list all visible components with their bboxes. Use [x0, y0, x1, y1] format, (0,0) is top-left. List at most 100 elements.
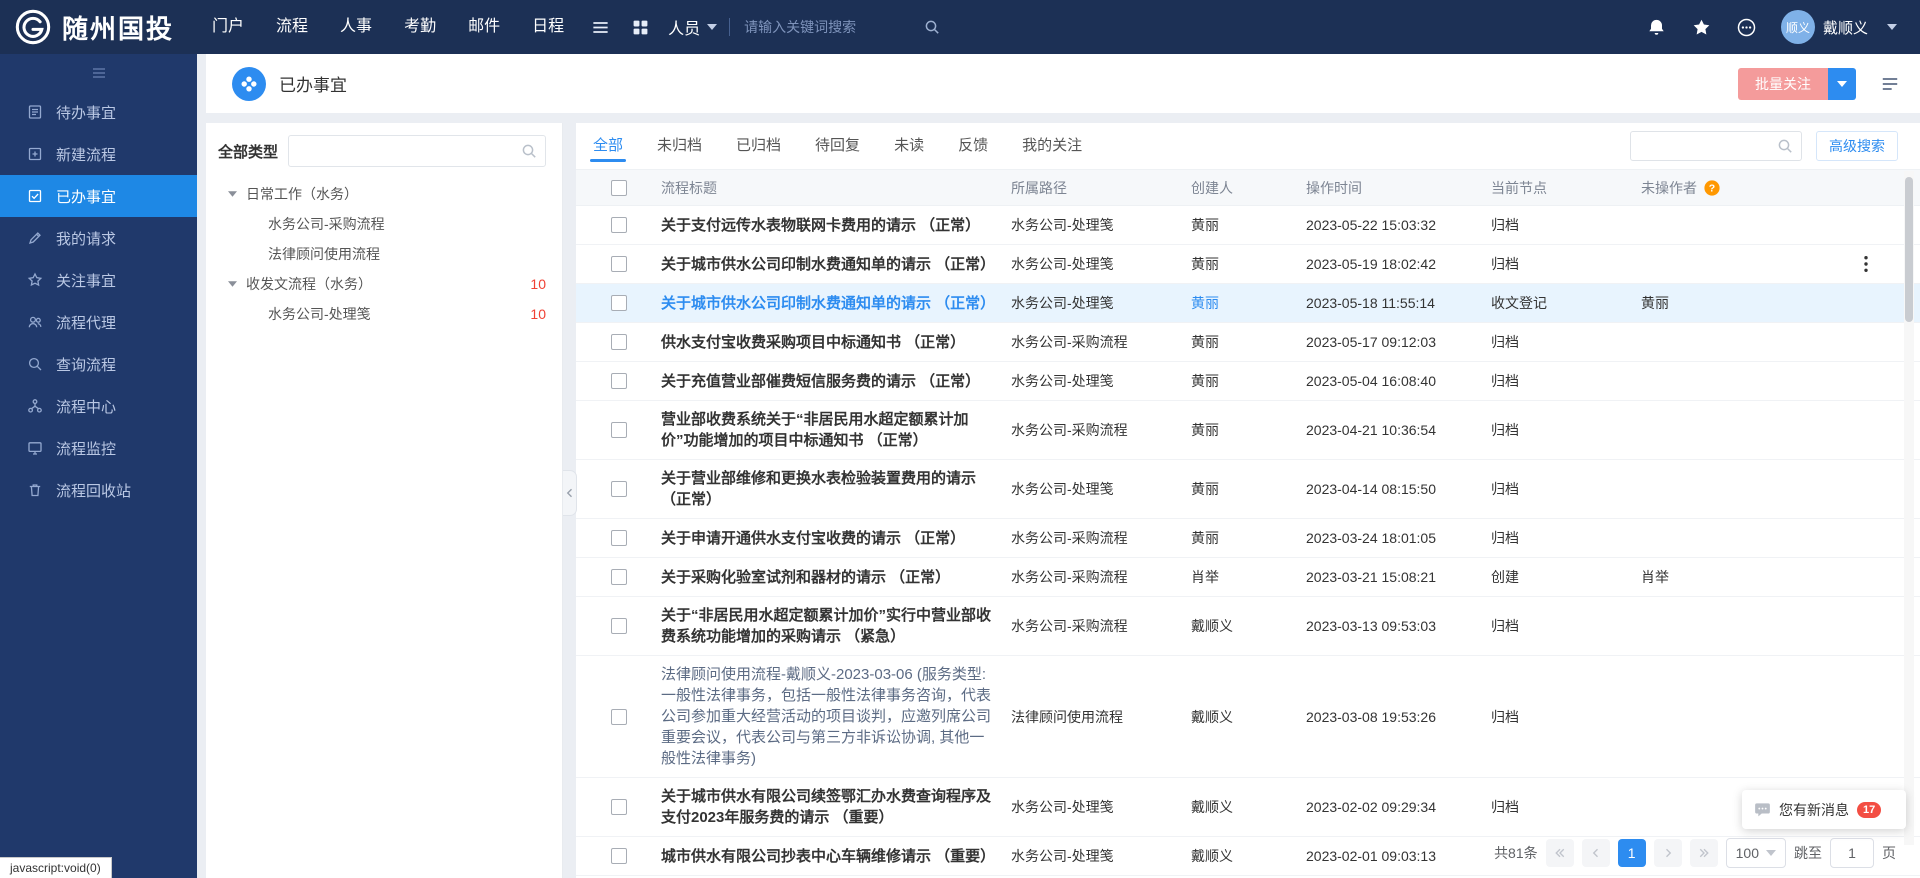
- row-checkbox[interactable]: [611, 334, 627, 350]
- tree-node[interactable]: 水务公司-采购流程: [206, 209, 562, 239]
- tree-node[interactable]: 水务公司-处理笺10: [206, 299, 562, 329]
- page-size-select[interactable]: 100: [1726, 838, 1786, 868]
- tab-0[interactable]: 全部: [593, 123, 623, 169]
- batch-follow-dropdown-button[interactable]: [1828, 68, 1856, 100]
- tab-3[interactable]: 待回复: [815, 123, 860, 169]
- row-checkbox[interactable]: [611, 256, 627, 272]
- tab-6[interactable]: 我的关注: [1022, 123, 1082, 169]
- table-row[interactable]: 关于城市供水公司印制水费通知单的请示 （正常）水务公司-处理笺黄丽2023-05…: [576, 284, 1920, 323]
- top-nav-item-5[interactable]: 日程: [516, 0, 580, 54]
- tree-search-input[interactable]: [297, 144, 521, 159]
- sidebar-item-0[interactable]: 待办事宜: [0, 91, 197, 133]
- row-checkbox[interactable]: [611, 848, 627, 864]
- table-row[interactable]: 关于“非居民用水超定额累计加价”实行中营业部收费系统功能增加的采购请示 （紧急）…: [576, 597, 1920, 656]
- search-icon[interactable]: [1777, 138, 1793, 154]
- sidebar-item-1[interactable]: 新建流程: [0, 133, 197, 175]
- top-nav-item-4[interactable]: 邮件: [452, 0, 516, 54]
- tab-5[interactable]: 反馈: [958, 123, 988, 169]
- prev-page-button[interactable]: [1582, 839, 1610, 867]
- workflow-title-link[interactable]: 关于支付远传水表物联网卡费用的请示 （正常）: [661, 217, 980, 234]
- apps-grid-icon[interactable]: [632, 19, 649, 36]
- table-row[interactable]: 法律顾问使用流程-戴顺义-2023-03-06 (服务类型:一般性法律事务，包括…: [576, 656, 1920, 778]
- search-icon[interactable]: [521, 143, 537, 159]
- top-nav-item-2[interactable]: 人事: [324, 0, 388, 54]
- tab-2[interactable]: 已归档: [736, 123, 781, 169]
- row-checkbox[interactable]: [611, 530, 627, 546]
- tree-expand-caret-icon[interactable]: [228, 281, 237, 287]
- table-row[interactable]: 关于城市供水有限公司续签鄂汇办水费查询程序及支付2023年服务费的请示 （重要）…: [576, 778, 1920, 837]
- workflow-title-link[interactable]: 法律顾问使用流程-戴顺义-2023-03-06 (服务类型:一般性法律事务，包括…: [661, 666, 991, 767]
- row-checkbox[interactable]: [611, 618, 627, 634]
- next-page-button[interactable]: [1654, 839, 1682, 867]
- jump-page-input[interactable]: [1830, 838, 1874, 868]
- workflow-title-link[interactable]: 关于充值营业部催费短信服务费的请示 （正常）: [661, 373, 980, 390]
- row-checkbox[interactable]: [611, 217, 627, 233]
- workflow-title-link[interactable]: 营业部收费系统关于“非居民用水超定额累计加价”功能增加的项目中标通知书 （正常）: [661, 411, 969, 449]
- global-search-input[interactable]: [744, 19, 924, 35]
- notifications-bell-icon[interactable]: [1647, 18, 1666, 37]
- message-toast[interactable]: 您有新消息 17: [1742, 790, 1906, 829]
- brand[interactable]: 随州国投: [0, 8, 196, 46]
- search-icon[interactable]: [924, 19, 940, 35]
- row-checkbox[interactable]: [611, 481, 627, 497]
- row-checkbox[interactable]: [611, 799, 627, 815]
- help-question-icon[interactable]: ?: [1704, 180, 1720, 196]
- tree-node[interactable]: 日常工作（水务）: [206, 179, 562, 209]
- table-row[interactable]: 关于申请开通供水支付宝收费的请示 （正常）水务公司-采购流程黄丽2023-03-…: [576, 519, 1920, 558]
- workflow-title-link[interactable]: 关于营业部维修和更换水表检验装置费用的请示 （正常）: [661, 470, 976, 508]
- user-avatar[interactable]: 顺义: [1781, 10, 1815, 44]
- batch-follow-button[interactable]: 批量关注: [1738, 68, 1828, 100]
- tree-expand-caret-icon[interactable]: [228, 191, 237, 197]
- first-page-button[interactable]: [1546, 839, 1574, 867]
- table-row[interactable]: 关于充值营业部催费短信服务费的请示 （正常）水务公司-处理笺黄丽2023-05-…: [576, 362, 1920, 401]
- workflow-title-link[interactable]: 城市供水有限公司抄表中心车辆维修请示 （重要）: [661, 848, 995, 865]
- sidebar-item-7[interactable]: 流程中心: [0, 385, 197, 427]
- tab-1[interactable]: 未归档: [657, 123, 702, 169]
- row-checkbox[interactable]: [611, 295, 627, 311]
- more-options-icon[interactable]: [1737, 18, 1756, 37]
- sidebar-item-8[interactable]: 流程监控: [0, 427, 197, 469]
- sidebar-item-6[interactable]: 查询流程: [0, 343, 197, 385]
- row-checkbox[interactable]: [611, 569, 627, 585]
- current-page-button[interactable]: 1: [1618, 839, 1646, 867]
- sidebar-item-4[interactable]: 关注事宜: [0, 259, 197, 301]
- tree-node[interactable]: 收发文流程（水务）10: [206, 269, 562, 299]
- top-nav-item-3[interactable]: 考勤: [388, 0, 452, 54]
- table-row[interactable]: 供水支付宝收费采购项目中标通知书 （正常）水务公司-采购流程黄丽2023-05-…: [576, 323, 1920, 362]
- sidebar-item-2[interactable]: 已办事宜: [0, 175, 197, 217]
- table-row[interactable]: 关于营业部维修和更换水表检验装置费用的请示 （正常）水务公司-处理笺黄丽2023…: [576, 460, 1920, 519]
- select-all-checkbox[interactable]: [611, 180, 627, 196]
- row-checkbox[interactable]: [611, 709, 627, 725]
- scrollbar-thumb[interactable]: [1905, 177, 1913, 322]
- workflow-title-link[interactable]: 关于城市供水公司印制水费通知单的请示 （正常）: [661, 256, 995, 273]
- table-row[interactable]: 关于城市供水公司印制水费通知单的请示 （正常）水务公司-处理笺黄丽2023-05…: [576, 245, 1920, 284]
- sidebar-item-3[interactable]: 我的请求: [0, 217, 197, 259]
- list-search-input[interactable]: [1639, 139, 1777, 154]
- scrollbar-track[interactable]: [1904, 171, 1914, 845]
- table-row[interactable]: 营业部收费系统关于“非居民用水超定额累计加价”功能增加的项目中标通知书 （正常）…: [576, 401, 1920, 460]
- workflow-title-link[interactable]: 关于城市供水公司印制水费通知单的请示 （正常）: [661, 295, 995, 312]
- workflow-title-link[interactable]: 供水支付宝收费采购项目中标通知书 （正常）: [661, 334, 965, 351]
- top-nav-item-1[interactable]: 流程: [260, 0, 324, 54]
- sidebar-item-5[interactable]: 流程代理: [0, 301, 197, 343]
- row-checkbox[interactable]: [611, 373, 627, 389]
- module-dropdown[interactable]: 人员: [668, 15, 717, 39]
- workflow-title-link[interactable]: 关于“非居民用水超定额累计加价”实行中营业部收费系统功能增加的采购请示 （紧急）: [661, 607, 991, 645]
- user-menu-chevron-icon[interactable]: [1887, 24, 1897, 30]
- workflow-title-link[interactable]: 关于城市供水有限公司续签鄂汇办水费查询程序及支付2023年服务费的请示 （重要）: [661, 788, 991, 826]
- top-nav-item-0[interactable]: 门户: [196, 0, 260, 54]
- collapse-tree-handle[interactable]: [563, 470, 577, 516]
- table-row[interactable]: 关于支付远传水表物联网卡费用的请示 （正常）水务公司-处理笺黄丽2023-05-…: [576, 206, 1920, 245]
- row-checkbox[interactable]: [611, 422, 627, 438]
- tab-4[interactable]: 未读: [894, 123, 924, 169]
- favorites-star-icon[interactable]: [1692, 18, 1711, 37]
- user-name[interactable]: 戴顺义: [1823, 17, 1868, 38]
- last-page-button[interactable]: [1690, 839, 1718, 867]
- advanced-search-button[interactable]: 高级搜索: [1816, 131, 1898, 161]
- workflow-title-link[interactable]: 关于申请开通供水支付宝收费的请示 （正常）: [661, 530, 965, 547]
- tree-node[interactable]: 法律顾问使用流程: [206, 239, 562, 269]
- sidebar-grip[interactable]: [0, 54, 197, 91]
- view-settings-icon[interactable]: [1880, 74, 1900, 94]
- sidebar-item-9[interactable]: 流程回收站: [0, 469, 197, 511]
- workflow-title-link[interactable]: 关于采购化验室试剂和器材的请示 （正常）: [661, 569, 950, 586]
